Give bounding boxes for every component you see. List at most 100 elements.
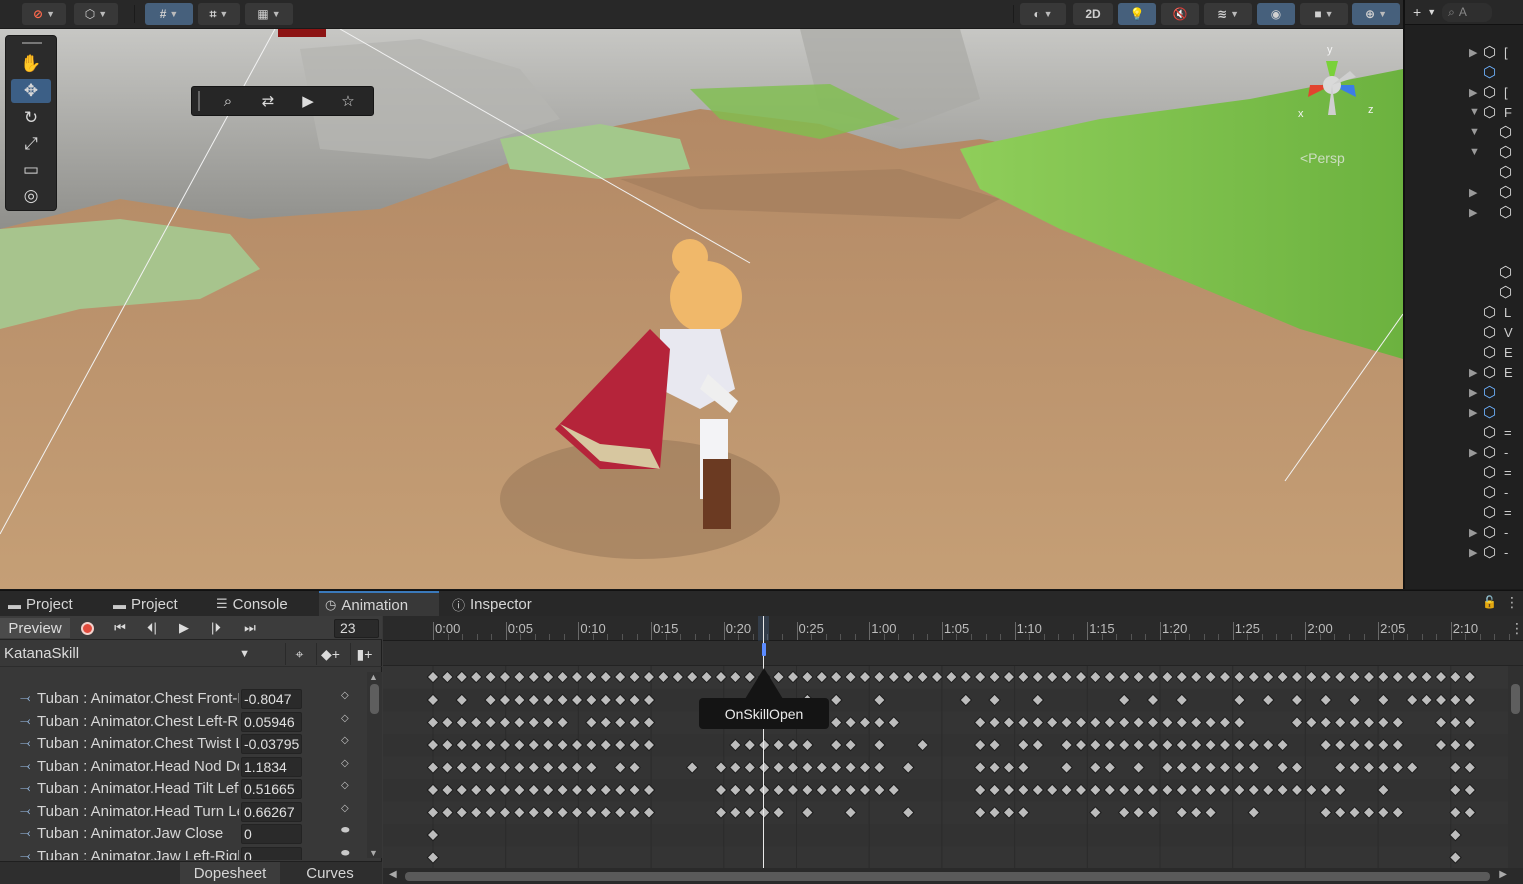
expand-open-icon[interactable]: ▼ (1469, 146, 1480, 158)
keyframe-toggle-icon[interactable]: ◇ (341, 758, 349, 769)
tab-project[interactable]: ▬ Project (2, 591, 79, 617)
audio-toggle-button[interactable]: 🔇 (1161, 3, 1199, 25)
2d-toggle-button[interactable]: 2D (1073, 3, 1113, 25)
property-value-field[interactable]: 0.05946 (241, 711, 302, 732)
camera-settings-button[interactable]: ■ ▼ (1300, 3, 1348, 25)
zoom-button[interactable]: ⌕ (208, 89, 248, 113)
animated-property-row[interactable]: ⤙ Tuban : Animator.Jaw Left-Right 0 ⬬ (0, 846, 367, 860)
expand-closed-icon[interactable]: ▶ (1469, 446, 1477, 459)
tab-console[interactable]: ☰ Console (210, 591, 294, 617)
hierarchy-search-input[interactable]: ⌕ A (1442, 2, 1493, 22)
animated-property-row[interactable]: ⤙ Tuban : Animator.Jaw Close 0 ⬬ (0, 823, 367, 846)
play-button[interactable]: ▶ (172, 618, 196, 638)
hand-tool-button[interactable]: ✋ (11, 52, 51, 76)
keyframe-toggle-icon[interactable]: ◇ (341, 735, 349, 746)
keyframe-toggle-icon[interactable]: ◇ (341, 690, 349, 701)
hierarchy-item[interactable]: ▶ ⬡ - (1405, 544, 1523, 564)
snap-increment-button[interactable]: ⌗ ▼ (198, 3, 240, 25)
hierarchy-item[interactable]: ⬡ V (1405, 324, 1523, 344)
effects-button[interactable]: ≋ ▼ (1204, 3, 1252, 25)
timeline-horizontal-scrollbar[interactable]: ◀ ▶ (383, 868, 1523, 884)
hierarchy-item[interactable]: ⬡ (1405, 164, 1523, 184)
dopesheet-timeline[interactable]: 0:00 0:05 0:10 0:15 0:20 0:25 1:00 1:05 1:10 1:15… (383, 616, 1523, 884)
animated-property-row[interactable]: ⤙ Tuban : Animator.Chest Twist Left-Right… (0, 733, 367, 756)
align-view-button[interactable]: ⇄ (248, 89, 288, 113)
property-value-field[interactable]: 0 (241, 846, 302, 860)
drag-handle[interactable] (22, 42, 42, 44)
property-value-field[interactable]: 0 (241, 824, 302, 844)
hierarchy-item[interactable]: ⬡ (1405, 264, 1523, 284)
scale-tool-button[interactable]: ⤢ (11, 132, 51, 156)
gizmos-button[interactable]: ⊕ ▼ (1352, 3, 1400, 25)
property-scrollbar[interactable]: ▲ ▼ (367, 672, 382, 858)
hierarchy-item[interactable]: ⬡ L (1405, 304, 1523, 324)
scroll-up-icon[interactable]: ▲ (369, 672, 378, 682)
hierarchy-item[interactable]: ▶ ⬡ (1405, 384, 1523, 404)
timeline-vertical-scrollbar[interactable] (1508, 666, 1523, 868)
preview-button[interactable]: Preview (0, 618, 70, 638)
expand-closed-icon[interactable]: ▶ (1469, 386, 1477, 399)
hierarchy-item[interactable]: ⬡ - (1405, 484, 1523, 504)
chevron-down-icon[interactable]: ▼ (1427, 7, 1436, 17)
property-value-field[interactable]: 0.66267 (241, 801, 302, 822)
hierarchy-item[interactable]: ⬡ = (1405, 464, 1523, 484)
scroll-left-icon[interactable]: ◀ (389, 869, 397, 880)
hierarchy-item[interactable]: ▶ ⬡ (1405, 184, 1523, 204)
expand-open-icon[interactable]: ▼ (1469, 126, 1480, 138)
property-value-field[interactable]: 1.1834 (241, 756, 302, 777)
previous-keyframe-button[interactable]: ⏴| (140, 618, 164, 638)
clip-selector[interactable]: KatanaSkill ▼ (0, 643, 256, 665)
add-keyframe-button[interactable]: ◆+ (316, 643, 344, 665)
expand-open-icon[interactable]: ▼ (1469, 106, 1480, 118)
expand-closed-icon[interactable]: ▶ (1469, 366, 1477, 379)
property-value-field[interactable]: -0.8047 (241, 689, 302, 709)
scroll-down-icon[interactable]: ▼ (369, 848, 378, 858)
add-event-button[interactable]: ▮+ (350, 643, 378, 665)
rulers-button[interactable]: ▦ ▼ (245, 3, 293, 25)
keyframe-area[interactable] (383, 666, 1508, 868)
keyframe-toggle-icon[interactable]: ⬬ (341, 825, 350, 836)
tab-dopesheet[interactable]: Dopesheet (180, 862, 280, 884)
grid-snap-button[interactable]: # ▼ (145, 3, 193, 25)
move-tool-button[interactable]: ✥ (11, 79, 51, 103)
tab-project-2[interactable]: ▬ Project (107, 591, 184, 617)
last-keyframe-button[interactable]: ⏭ (238, 618, 262, 638)
scroll-right-icon[interactable]: ▶ (1499, 869, 1507, 880)
current-frame-field[interactable]: 23 (334, 619, 379, 638)
hierarchy-item[interactable]: ▶ ⬡ [ (1405, 84, 1523, 104)
draw-mode-button[interactable]: ⬡ ▼ (74, 3, 118, 25)
hierarchy-item[interactable]: ▶ ⬡ (1405, 204, 1523, 224)
animation-event-marker[interactable] (762, 643, 766, 656)
expand-closed-icon[interactable]: ▶ (1469, 186, 1477, 199)
hierarchy-item[interactable]: ⬡ = (1405, 504, 1523, 524)
hierarchy-item[interactable]: ⬡ (1405, 64, 1523, 84)
filter-selection-button[interactable]: ⌖ (285, 643, 313, 665)
first-keyframe-button[interactable]: ⏮ (108, 618, 132, 638)
keyframe-grid[interactable] (383, 666, 1508, 868)
record-button[interactable] (76, 618, 98, 638)
rect-tool-button[interactable]: ▭ (11, 158, 51, 182)
shading-mode-button[interactable]: ◐ ▼ (1020, 3, 1066, 25)
animated-property-row[interactable]: ⤙ Tuban : Animator.Chest Left-Right0.0594… (0, 711, 367, 734)
drag-handle[interactable] (198, 91, 208, 111)
hierarchy-item[interactable]: ⬡ E (1405, 344, 1523, 364)
hierarchy-item[interactable]: ▶ ⬡ - (1405, 444, 1523, 464)
rotate-tool-button[interactable]: ↻ (11, 106, 51, 130)
scroll-thumb[interactable] (370, 684, 379, 714)
favorite-button[interactable]: ☆ (328, 89, 368, 113)
scroll-thumb[interactable] (405, 872, 1490, 881)
keyframe-toggle-icon[interactable]: ◇ (341, 780, 349, 791)
timeline-options-icon[interactable]: ⋮ (1510, 620, 1523, 637)
time-ruler[interactable]: 0:00 0:05 0:10 0:15 0:20 0:25 1:00 1:05 1:10 1:15… (383, 616, 1523, 641)
hierarchy-item[interactable]: ▶ ⬡ [ (1405, 44, 1523, 64)
property-value-field[interactable]: -0.03795 (241, 734, 302, 754)
animated-property-row[interactable]: ⤙ Tuban : Animator.Chest Front-Back-0.804… (0, 688, 367, 711)
camera-view-button[interactable]: ▶ (288, 89, 328, 113)
keyframe-toggle-icon[interactable]: ◇ (341, 713, 349, 724)
hierarchy-item[interactable]: ▶ ⬡ - (1405, 524, 1523, 544)
events-track[interactable] (383, 641, 1523, 666)
transform-tool-button[interactable]: ◎ (11, 184, 51, 208)
expand-closed-icon[interactable]: ▶ (1469, 406, 1477, 419)
keyframe-toggle-icon[interactable]: ⬬ (341, 848, 350, 859)
next-keyframe-button[interactable]: |⏵ (204, 618, 228, 638)
